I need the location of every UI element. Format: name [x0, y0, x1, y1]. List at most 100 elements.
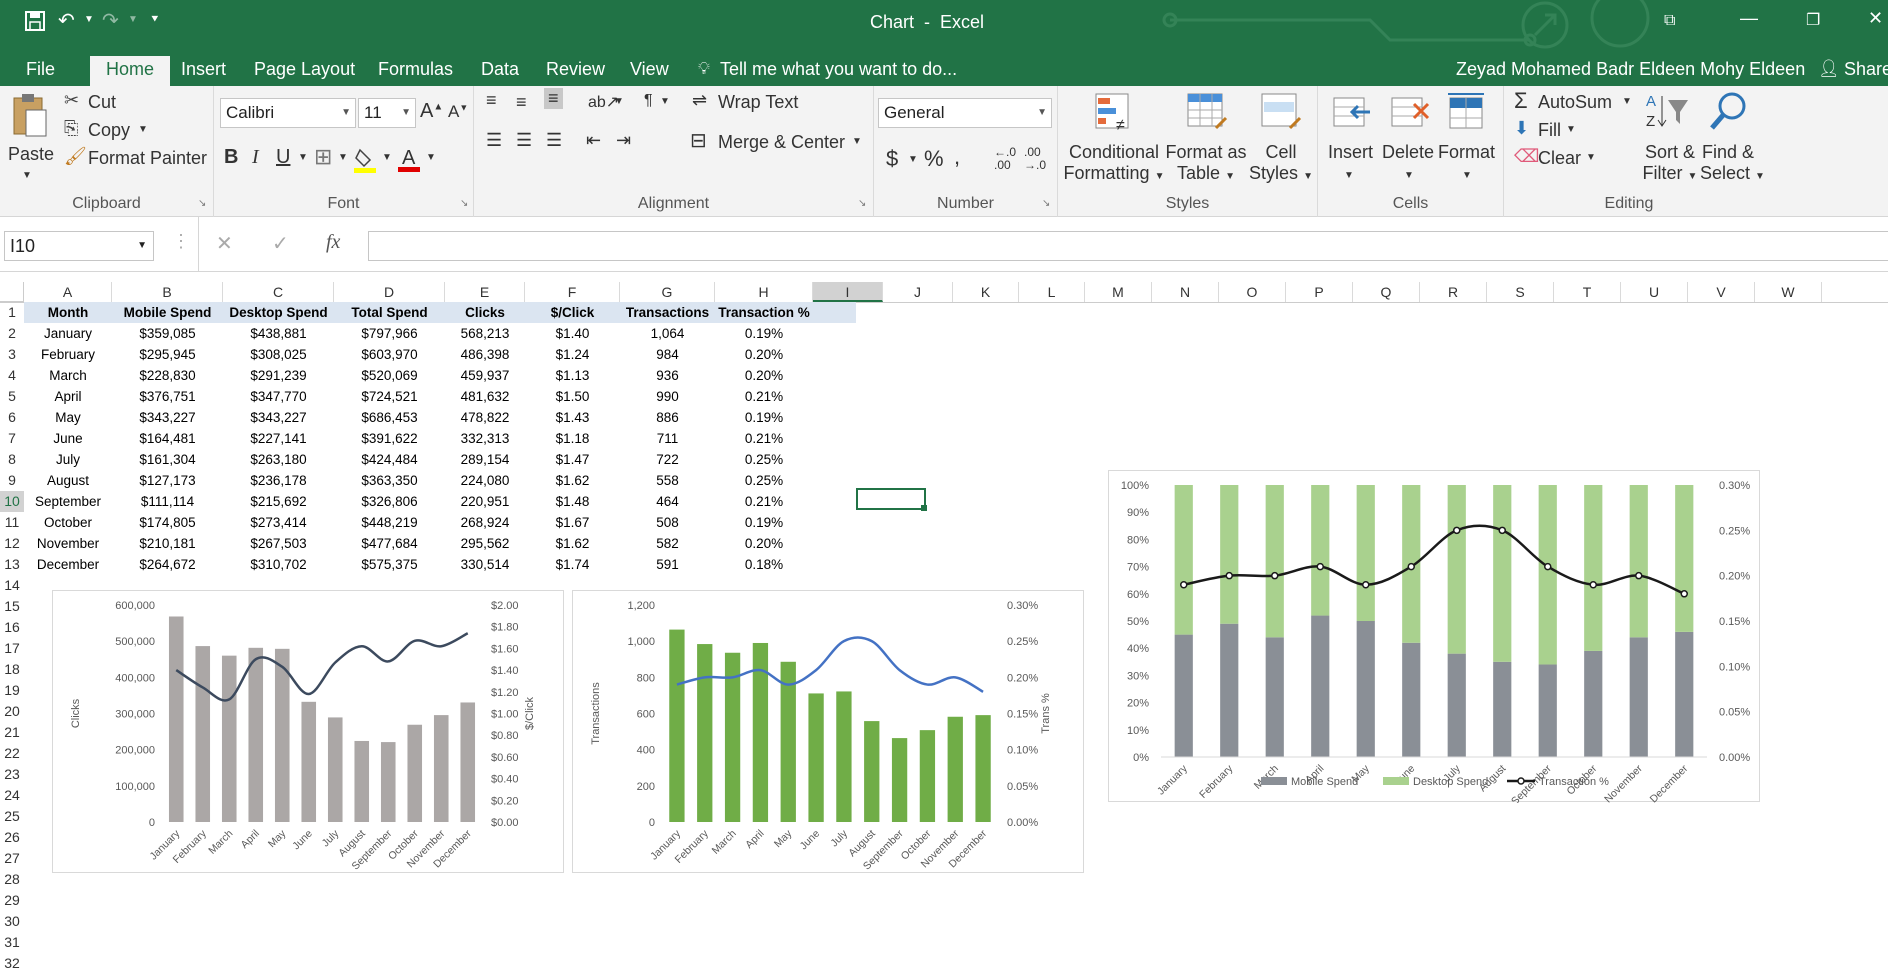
table-cell[interactable]: 0.21%: [715, 491, 813, 512]
table-cell[interactable]: September: [24, 491, 112, 512]
align-top-icon[interactable]: ≡: [486, 90, 497, 111]
table-cell[interactable]: $236,178: [223, 470, 334, 491]
row-header[interactable]: 27: [0, 848, 24, 869]
table-cell[interactable]: 722: [620, 449, 715, 470]
table-cell[interactable]: $263,180: [223, 449, 334, 470]
insert-function-icon[interactable]: fx: [326, 231, 340, 254]
table-cell[interactable]: November: [24, 533, 112, 554]
merge-center-button[interactable]: Merge & Center: [718, 132, 845, 153]
column-header[interactable]: G: [620, 282, 715, 302]
chart-spend-mix[interactable]: 100% 90% 80% 70% 60% 50% 40% 30% 20% 10% 0% 0.30% 0.…: [1108, 470, 1760, 807]
paste-icon[interactable]: [10, 92, 50, 143]
table-cell[interactable]: $1.62: [525, 470, 620, 491]
scissors-icon[interactable]: ✂: [64, 90, 79, 111]
text-direction-icon[interactable]: ¶: [644, 92, 653, 110]
share-button[interactable]: Share: [1838, 56, 1888, 86]
table-cell[interactable]: 0.20%: [715, 365, 813, 386]
table-cell[interactable]: January: [24, 323, 112, 344]
text-direction-dropdown-icon[interactable]: ▼: [660, 96, 670, 107]
table-cell[interactable]: $227,141: [223, 428, 334, 449]
table-cell[interactable]: $603,970: [334, 344, 445, 365]
column-header[interactable]: M: [1085, 282, 1152, 302]
table-header-cell[interactable]: Transaction %: [715, 302, 813, 323]
column-header[interactable]: K: [953, 282, 1019, 302]
table-cell[interactable]: August: [24, 470, 112, 491]
font-launcher-icon[interactable]: ↘: [460, 198, 468, 209]
table-cell[interactable]: March: [24, 365, 112, 386]
row-header[interactable]: 2: [0, 323, 24, 344]
table-cell[interactable]: February: [24, 344, 112, 365]
column-header[interactable]: Q: [1353, 282, 1420, 302]
table-cell[interactable]: $520,069: [334, 365, 445, 386]
table-cell[interactable]: $575,375: [334, 554, 445, 575]
borders-icon[interactable]: ⊞: [314, 144, 332, 170]
table-cell[interactable]: 558: [620, 470, 715, 491]
format-painter-icon[interactable]: 🖌︎: [64, 146, 87, 167]
table-cell[interactable]: $1.43: [525, 407, 620, 428]
row-header[interactable]: 28: [0, 869, 24, 890]
copy-icon[interactable]: ⎘: [64, 118, 78, 139]
column-header[interactable]: T: [1554, 282, 1621, 302]
table-cell[interactable]: $448,219: [334, 512, 445, 533]
table-header-cell[interactable]: Mobile Spend: [112, 302, 223, 323]
column-header[interactable]: N: [1152, 282, 1219, 302]
table-cell[interactable]: $343,227: [112, 407, 223, 428]
column-header[interactable]: W: [1755, 282, 1822, 302]
font-color-icon[interactable]: A: [398, 144, 422, 177]
find-select-icon[interactable]: [1708, 90, 1748, 137]
table-cell[interactable]: 0.19%: [715, 323, 813, 344]
fill-button[interactable]: Fill: [1538, 120, 1561, 141]
table-cell[interactable]: 0.18%: [715, 554, 813, 575]
clear-button[interactable]: Clear: [1538, 148, 1581, 169]
grow-font-icon[interactable]: A▲: [420, 100, 443, 123]
table-cell[interactable]: July: [24, 449, 112, 470]
table-cell[interactable]: October: [24, 512, 112, 533]
table-cell[interactable]: 0.25%: [715, 449, 813, 470]
confirm-entry-icon[interactable]: ✓: [272, 231, 289, 256]
table-cell[interactable]: 268,924: [445, 512, 525, 533]
tab-file[interactable]: File: [20, 56, 61, 86]
copy-dropdown-icon[interactable]: ▼: [138, 124, 148, 135]
delete-cells-button[interactable]: Delete: [1382, 142, 1434, 163]
row-header[interactable]: 32: [0, 953, 24, 974]
row-header[interactable]: 19: [0, 680, 24, 701]
row-header[interactable]: 31: [0, 932, 24, 953]
row-header[interactable]: 18: [0, 659, 24, 680]
align-right-icon[interactable]: ☰: [546, 130, 562, 151]
table-cell[interactable]: $1.48: [525, 491, 620, 512]
row-header[interactable]: 17: [0, 638, 24, 659]
table-cell[interactable]: 591: [620, 554, 715, 575]
tab-page-layout[interactable]: Page Layout: [248, 56, 361, 86]
delete-dropdown-icon[interactable]: ▼: [1404, 170, 1414, 181]
table-cell[interactable]: $424,484: [334, 449, 445, 470]
table-header-cell[interactable]: Total Spend: [334, 302, 445, 323]
format-painter-button[interactable]: Format Painter: [88, 148, 207, 169]
table-cell[interactable]: $215,692: [223, 491, 334, 512]
row-header[interactable]: 21: [0, 722, 24, 743]
column-header[interactable]: A: [24, 282, 112, 302]
table-cell[interactable]: $1.24: [525, 344, 620, 365]
table-cell[interactable]: $438,881: [223, 323, 334, 344]
table-cell[interactable]: 0.19%: [715, 407, 813, 428]
column-header[interactable]: J: [883, 282, 953, 302]
wrap-text-icon[interactable]: ⇌: [692, 90, 707, 111]
table-header-cell[interactable]: Clicks: [445, 302, 525, 323]
table-cell[interactable]: 220,951: [445, 491, 525, 512]
decrease-decimal-icon[interactable]: .00 →.0: [1024, 146, 1046, 172]
table-cell[interactable]: $797,966: [334, 323, 445, 344]
cell-styles-button[interactable]: Cell Styles ▼: [1248, 142, 1314, 184]
table-cell[interactable]: $264,672: [112, 554, 223, 575]
font-name-dropdown-icon[interactable]: ▼: [341, 99, 351, 127]
row-header[interactable]: 8: [0, 449, 24, 470]
row-header[interactable]: 22: [0, 743, 24, 764]
clear-dropdown-icon[interactable]: ▼: [1586, 152, 1596, 163]
number-format-box[interactable]: General ▼: [878, 98, 1052, 128]
table-cell[interactable]: $1.40: [525, 323, 620, 344]
shrink-font-icon[interactable]: A▼: [448, 102, 468, 122]
row-header[interactable]: 25: [0, 806, 24, 827]
table-cell[interactable]: $347,770: [223, 386, 334, 407]
paste-button[interactable]: Paste: [8, 144, 54, 165]
currency-icon[interactable]: $: [886, 146, 898, 172]
cut-button[interactable]: Cut: [88, 92, 116, 113]
row-header[interactable]: 11: [0, 512, 24, 533]
